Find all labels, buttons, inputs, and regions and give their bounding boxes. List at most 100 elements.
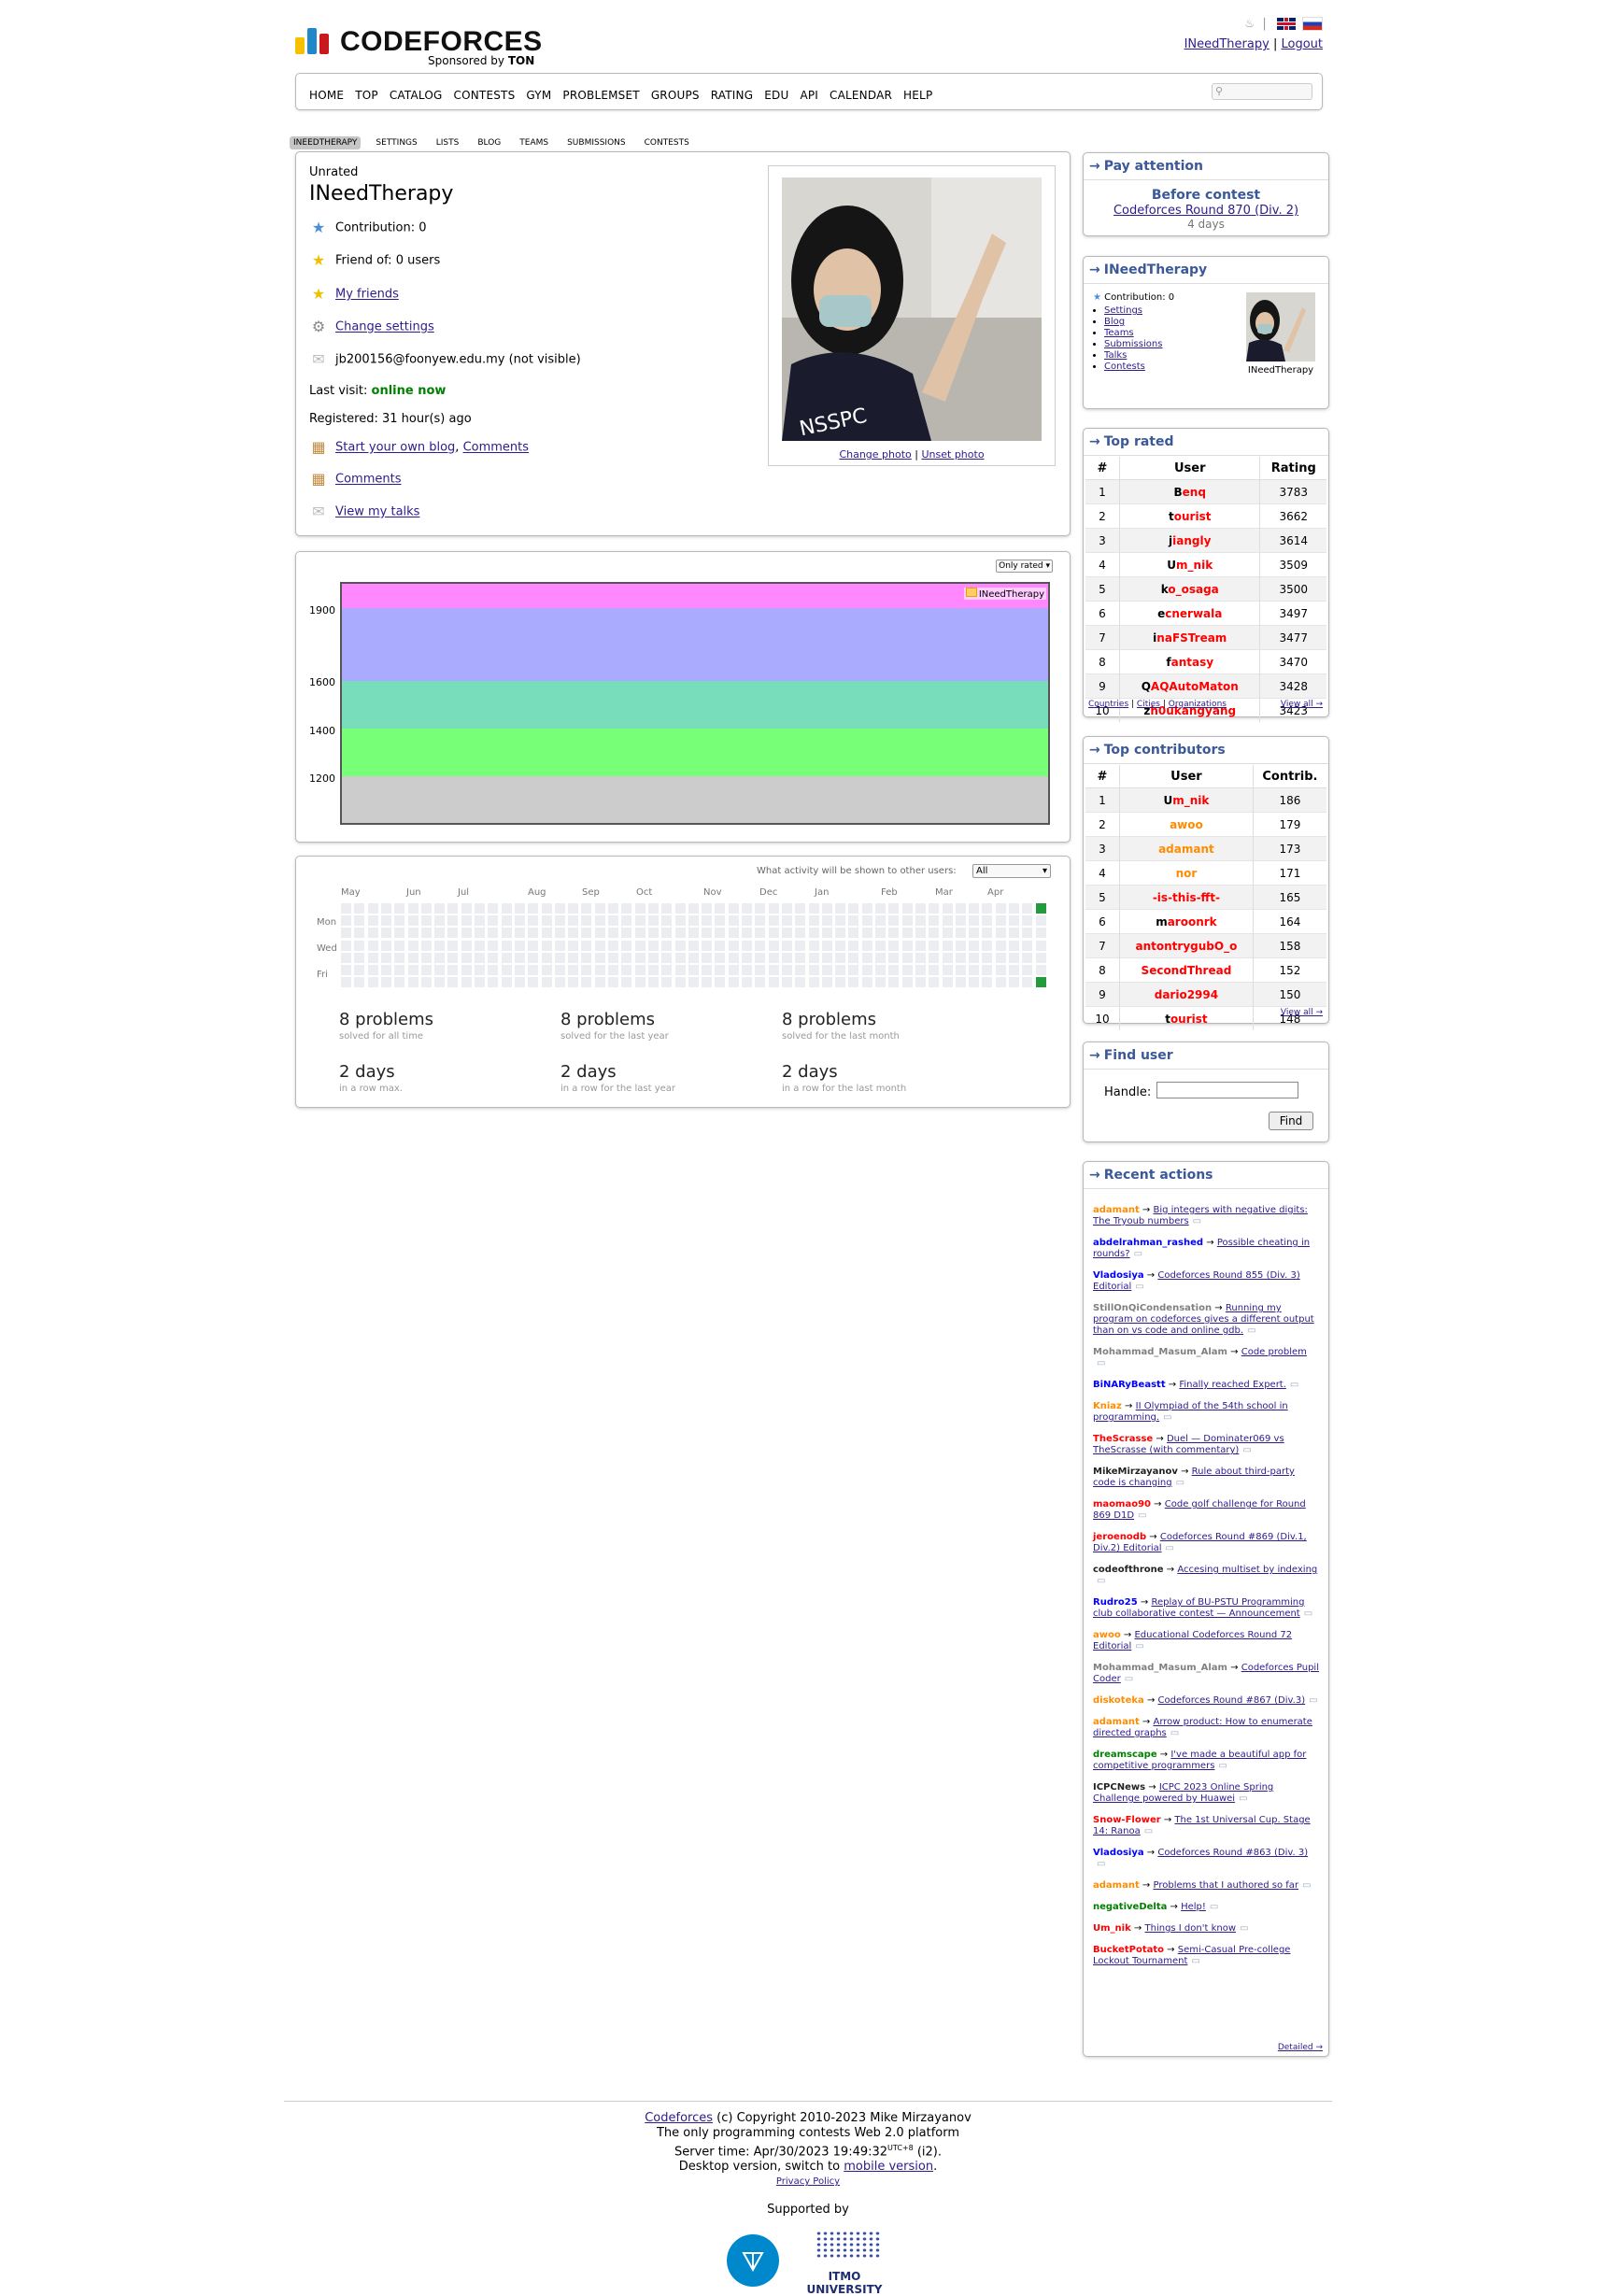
menu-item-problemset[interactable]: PROBLEMSET — [562, 89, 639, 102]
sidebar-link-settings[interactable]: Settings — [1104, 305, 1142, 316]
change-settings-link[interactable]: Change settings — [335, 320, 434, 334]
ton-logo[interactable] — [727, 2234, 779, 2287]
user-link[interactable]: awoo — [1170, 818, 1203, 831]
menu-item-home[interactable]: HOME — [309, 89, 344, 102]
submenu-item-submissions[interactable]: SUBMISSIONS — [563, 136, 630, 149]
menu-item-gym[interactable]: GYM — [526, 89, 551, 102]
submenu-item-blog[interactable]: BLOG — [474, 136, 504, 149]
sidebar-link-teams[interactable]: Teams — [1104, 328, 1134, 338]
user-link[interactable]: tourist — [1165, 1013, 1207, 1026]
submenu-item-lists[interactable]: LISTS — [433, 136, 463, 149]
recent-action-link[interactable]: Finally reached Expert. — [1179, 1380, 1286, 1390]
footer-codeforces-link[interactable]: Codeforces — [645, 2111, 713, 2125]
unset-photo-link[interactable]: Unset photo — [921, 448, 984, 461]
user-link[interactable]: -is-this-fft- — [1153, 891, 1220, 904]
recent-action-link[interactable]: Accesing multiset by indexing — [1177, 1565, 1317, 1575]
countries-link[interactable]: Countries — [1088, 700, 1128, 709]
sidebar-link-contests[interactable]: Contests — [1104, 361, 1145, 372]
recent-action-user[interactable]: Mohammad_Masum_Alam — [1093, 1663, 1227, 1673]
recent-action-user[interactable]: negativeDelta — [1093, 1902, 1167, 1912]
user-link[interactable]: SecondThread — [1142, 964, 1232, 977]
menu-item-contests[interactable]: CONTESTS — [454, 89, 516, 102]
user-link[interactable]: maroonrk — [1156, 915, 1216, 928]
recent-action-user[interactable]: Rudro25 — [1093, 1597, 1138, 1608]
recent-action-user[interactable]: adamant — [1093, 1205, 1140, 1215]
menu-item-calendar[interactable]: CALENDAR — [830, 89, 892, 102]
recent-action-user[interactable]: Mohammad_Masum_Alam — [1093, 1347, 1227, 1357]
recent-action-user[interactable]: adamant — [1093, 1880, 1140, 1891]
privacy-policy-link[interactable]: Privacy Policy — [776, 2176, 840, 2187]
recent-action-user[interactable]: Vladosiya — [1093, 1848, 1144, 1858]
submenu-item-teams[interactable]: TEAMS — [516, 136, 552, 149]
menu-item-api[interactable]: API — [800, 89, 818, 102]
menu-item-top[interactable]: TOP — [355, 89, 378, 102]
logout-link[interactable]: Logout — [1281, 37, 1323, 51]
menu-item-groups[interactable]: GROUPS — [651, 89, 700, 102]
organizations-link[interactable]: Organizations — [1169, 700, 1227, 709]
recent-action-user[interactable]: adamant — [1093, 1717, 1140, 1727]
top-rated-view-all[interactable]: View all → — [1281, 700, 1323, 709]
recent-action-user[interactable]: diskoteka — [1093, 1695, 1144, 1706]
my-friends-link[interactable]: My friends — [335, 288, 399, 302]
recent-action-user[interactable]: StillOnQiCondensation — [1093, 1303, 1212, 1313]
recent-action-user[interactable]: ICPCNews — [1093, 1782, 1145, 1793]
submenu-item-contests[interactable]: CONTESTS — [641, 136, 693, 149]
user-link[interactable]: tourist — [1169, 510, 1211, 523]
user-link[interactable]: jiangly — [1169, 534, 1211, 547]
recent-action-user[interactable]: BiNARyBeastt — [1093, 1380, 1166, 1390]
english-flag-icon[interactable] — [1276, 18, 1296, 30]
recent-action-user[interactable]: Kniaz — [1093, 1401, 1122, 1411]
sidebar-link-blog[interactable]: Blog — [1104, 317, 1125, 327]
user-link[interactable]: QAQAutoMaton — [1142, 680, 1239, 693]
user-link[interactable]: inaFSTream — [1153, 631, 1227, 645]
menu-item-rating[interactable]: RATING — [711, 89, 753, 102]
rating-filter-select[interactable]: Only rated ▾ — [996, 560, 1053, 573]
user-link[interactable]: Um_nik — [1163, 794, 1209, 807]
view-talks-link[interactable]: View my talks — [335, 505, 419, 519]
sidebar-link-talks[interactable]: Talks — [1104, 350, 1127, 361]
recent-action-link[interactable]: Codeforces Round #863 (Div. 3) — [1157, 1848, 1308, 1858]
search-input[interactable]: ⚲ — [1212, 83, 1312, 100]
recent-action-user[interactable]: abdelrahman_rashed — [1093, 1238, 1203, 1248]
recent-action-user[interactable]: maomao90 — [1093, 1499, 1151, 1509]
menu-item-catalog[interactable]: CATALOG — [390, 89, 443, 102]
recent-action-link[interactable]: Help! — [1181, 1902, 1206, 1912]
recent-action-user[interactable]: MikeMirzayanov — [1093, 1467, 1178, 1477]
top-contributors-view-all[interactable]: View all → — [1281, 1008, 1323, 1017]
recent-action-link[interactable]: Code problem — [1241, 1347, 1307, 1357]
russian-flag-icon[interactable] — [1302, 17, 1323, 31]
recent-action-link[interactable]: Things I don't know — [1145, 1923, 1237, 1934]
user-link[interactable]: dario2994 — [1155, 988, 1218, 1001]
user-link[interactable]: antontrygubO_o — [1136, 940, 1238, 953]
submenu-item-ineedtherapy[interactable]: INEEDTHERAPY — [290, 136, 362, 149]
recent-action-user[interactable]: dreamscape — [1093, 1750, 1157, 1760]
recent-action-user[interactable]: codeofthrone — [1093, 1565, 1164, 1575]
user-link[interactable]: ecnerwala — [1157, 607, 1222, 620]
bell-icon[interactable]: ♨ — [1244, 17, 1255, 30]
recent-action-user[interactable]: BucketPotato — [1093, 1945, 1164, 1955]
start-blog-link[interactable]: Start your own blog — [335, 441, 455, 455]
recent-action-user[interactable]: jeroenodb — [1093, 1532, 1146, 1542]
recent-action-link[interactable]: Codeforces Round #867 (Div.3) — [1158, 1695, 1306, 1706]
comments-page-link[interactable]: Comments — [335, 473, 401, 487]
mobile-version-link[interactable]: mobile version — [844, 2160, 933, 2174]
submenu-item-settings[interactable]: SETTINGS — [372, 136, 420, 149]
recent-detailed-link[interactable]: Detailed → — [1278, 2043, 1323, 2052]
user-link[interactable]: fantasy — [1166, 656, 1213, 669]
handle-input[interactable] — [1156, 1082, 1298, 1098]
change-photo-link[interactable]: Change photo — [839, 448, 911, 461]
find-button[interactable]: Find — [1269, 1112, 1313, 1130]
user-link[interactable]: Benq — [1174, 486, 1206, 499]
activity-visibility-select[interactable]: All ▾ — [972, 864, 1051, 878]
recent-action-user[interactable]: TheScrasse — [1093, 1434, 1153, 1444]
menu-item-edu[interactable]: EDU — [764, 89, 788, 102]
user-link[interactable]: nor — [1176, 867, 1198, 880]
itmo-logo[interactable]: ITMO UNIVERSITY — [802, 2231, 887, 2296]
user-link[interactable]: Um_nik — [1167, 559, 1213, 572]
sidebar-link-submissions[interactable]: Submissions — [1104, 339, 1162, 349]
header-user-link[interactable]: INeedTherapy — [1184, 37, 1269, 51]
recent-action-user[interactable]: Vladosiya — [1093, 1270, 1144, 1281]
user-link[interactable]: ko_osaga — [1161, 583, 1219, 596]
menu-item-help[interactable]: HELP — [903, 89, 932, 102]
comments-link[interactable]: Comments — [463, 441, 529, 455]
